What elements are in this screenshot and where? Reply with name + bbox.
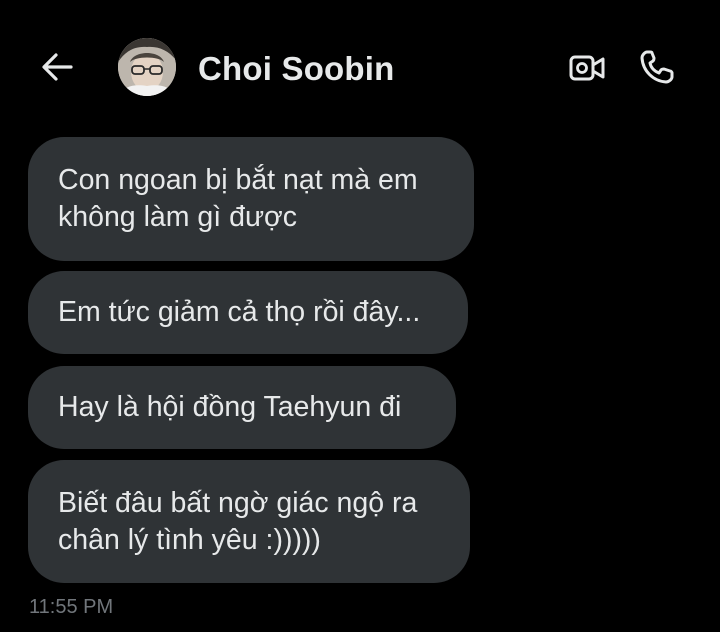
voice-call-button[interactable] [636, 46, 678, 88]
phone-icon [640, 50, 674, 84]
message-bubble[interactable]: Biết đâu bất ngờ giác ngộ ra chân lý tìn… [28, 460, 470, 583]
contact-name[interactable]: Choi Soobin [198, 50, 395, 88]
back-button[interactable] [36, 46, 78, 88]
video-camera-icon [569, 55, 605, 81]
message-text: Biết đâu bất ngờ giác ngộ ra chân lý tìn… [58, 486, 418, 556]
message-bubble[interactable]: Con ngoan bị bắt nạt mà em không làm gì … [28, 137, 474, 261]
message-bubble[interactable]: Hay là hội đồng Taehyun đi [28, 366, 456, 449]
video-call-button[interactable] [566, 48, 608, 88]
chat-header: Choi Soobin [0, 0, 720, 130]
message-timestamp: 11:55 PM [29, 596, 114, 618]
avatar[interactable] [118, 38, 176, 96]
message-text: Em tức giảm cả thọ rồi đây... [58, 296, 421, 328]
message-text: Con ngoan bị bắt nạt mà em không làm gì … [58, 164, 418, 233]
arrow-left-icon [42, 53, 73, 81]
profile-photo [118, 38, 176, 96]
message-bubble[interactable]: Em tức giảm cả thọ rồi đây... [28, 271, 468, 354]
message-text: Hay là hội đồng Taehyun đi [58, 391, 402, 423]
